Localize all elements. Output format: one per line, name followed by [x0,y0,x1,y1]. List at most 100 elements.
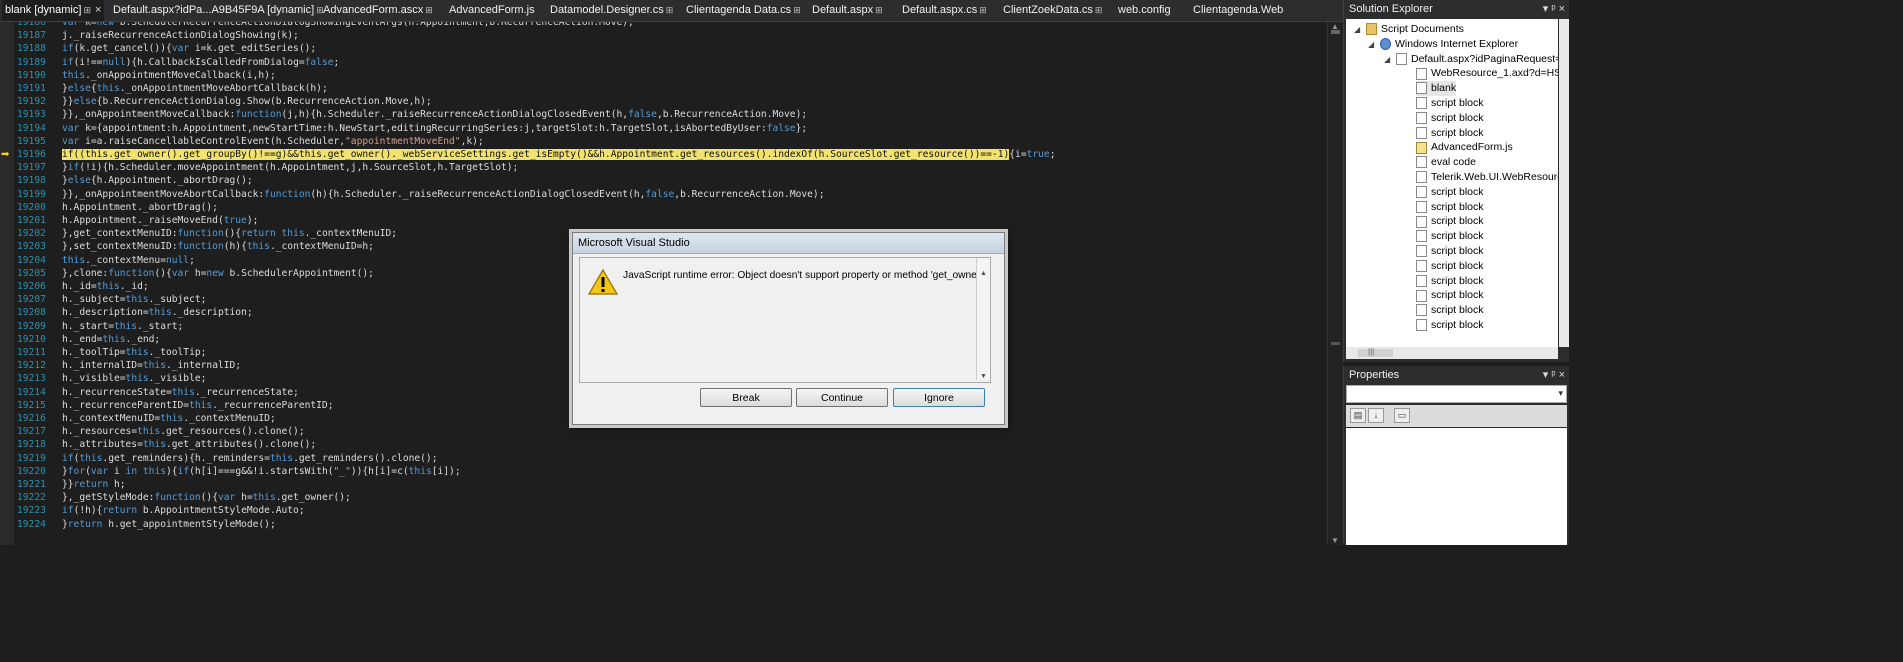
code-text: h._recurrenceParentID=this._recurrencePa… [62,399,334,411]
message-scrollbar[interactable]: ▲ ▼ [976,258,990,380]
line-number: 19217 [17,426,46,438]
properties-title: Properties [1349,369,1400,381]
code-line: 19197}if(!i){h.Scheduler.moveAppointment… [0,161,1326,174]
tree-item-label: script block [1431,97,1484,109]
pin-icon[interactable]: ⊞ [793,5,801,15]
code-text: }for(var i in this){if(h[i]===g&&!i.star… [62,465,461,477]
tab-5[interactable]: Clientagenda Data.cs ⊞ [683,0,804,21]
expand-arrow-icon[interactable]: ◢ [1368,37,1380,52]
ignore-button[interactable]: Ignore [893,388,985,407]
tree-item[interactable]: script block [1416,200,1484,215]
error-dialog: Microsoft Visual Studio JavaScript runti… [572,232,1005,425]
pin-icon[interactable]: ⊞ [979,5,987,15]
tree-item[interactable]: ◢ Script Documents [1354,22,1464,37]
tab-9[interactable]: web.config [1115,0,1174,21]
pin-icon[interactable]: ⊞ [83,5,91,15]
tree-item[interactable]: script block [1416,259,1484,274]
tree-item[interactable]: script block [1416,185,1484,200]
categorized-icon[interactable]: ▤ [1350,408,1366,423]
properties-grid[interactable] [1346,428,1567,545]
code-line: 19222},_getStyleMode:function(){var h=th… [0,491,1326,504]
tree-item[interactable]: script block [1416,111,1484,126]
doc-icon [1416,274,1427,287]
chevron-down-icon[interactable]: ▾ [1558,388,1563,399]
tree-item[interactable]: script block [1416,244,1484,259]
tab-4[interactable]: Datamodel.Designer.cs ⊞ [547,0,676,21]
scrollbar-thumb[interactable] [1331,30,1340,34]
tree-item[interactable]: script block [1416,126,1484,141]
tab-2[interactable]: AdvancedForm.ascx ⊞ [320,0,436,21]
tree-horizontal-scrollbar[interactable]: ||| [1346,347,1558,359]
doc-icon [1416,230,1427,243]
tree-item[interactable]: script block [1416,274,1484,289]
object-selector[interactable]: ▾ [1346,385,1567,403]
tree-item-label: WebResource_1.axd?d=HS44 [1431,67,1558,80]
code-text: var i=a.raiseCancellableControlEvent(h.S… [62,135,484,147]
code-text: }}return h; [62,479,126,490]
tree-item-label: script block [1431,126,1484,139]
tree-item[interactable]: script block [1416,318,1484,333]
tree-item[interactable]: ◢ Default.aspx?idPaginaRequest=6 [1384,52,1558,67]
doc-icon [1416,200,1427,213]
doc-icon [1416,215,1427,228]
alphabetical-icon[interactable]: ↓ [1368,408,1384,423]
line-number: 19221 [17,479,46,490]
line-number: 19207 [17,294,46,306]
break-button[interactable]: Break [700,388,792,407]
tree-item[interactable]: script block [1416,229,1484,244]
tree-item[interactable]: Telerik.Web.UI.WebResource [1416,170,1558,185]
panel-pin-close-icon[interactable]: ▾ ᵖ × [1543,368,1565,381]
code-text: if(k.get_cancel()){var i=k.get_editSerie… [62,43,317,55]
tab-label: Clientagenda.Web [1193,4,1284,16]
line-number: 19195 [17,135,46,147]
code-text: }return h.get_appointmentStyleMode(); [62,518,276,530]
tab-label: ClientZoekData.cs [1003,4,1093,16]
tree-item[interactable]: eval code [1416,155,1476,170]
tab-8[interactable]: ClientZoekData.cs ⊞ [1000,0,1105,21]
tab-label: web.config [1118,4,1171,16]
tree-item[interactable]: ◢ Windows Internet Explorer [1368,37,1518,52]
solution-explorer-tree[interactable]: ◢ Script Documents ◢ Windows Internet Explo… [1346,19,1558,347]
tree-item[interactable]: AdvancedForm.js [1416,140,1513,155]
expand-arrow-icon[interactable]: ◢ [1384,52,1396,67]
tree-item[interactable]: script block [1416,214,1484,229]
properties-panel: Properties ▾ ᵖ × ▾ ▤ ↓ ▭ [1343,366,1569,545]
pin-icon[interactable]: ⊞ [1095,5,1103,15]
tree-item[interactable]: WebResource_1.axd?d=HS44 [1416,66,1558,81]
tree-item-label: script block [1431,200,1484,213]
code-line: 19221 }}return h; [0,478,1326,491]
tab-6[interactable]: Default.aspx ⊞ [809,0,886,21]
tree-item[interactable]: script block [1416,303,1484,318]
panel-pin-close-icon[interactable]: ▾ ᵖ × [1543,2,1565,15]
tree-vertical-scrollbar[interactable] [1559,19,1569,347]
tab-7[interactable]: Default.aspx.cs ⊞ [899,0,990,21]
tree-item[interactable]: script block [1416,288,1484,303]
pin-icon[interactable]: ⊞ [666,5,674,15]
tab-10[interactable]: Clientagenda.Web [1190,0,1286,21]
doc-icon [1416,171,1427,184]
pin-icon[interactable]: ⊞ [425,5,433,15]
tree-item[interactable]: blank [1416,81,1457,97]
scrollbar-thumb[interactable] [1358,349,1393,357]
pin-icon[interactable]: ⊞ [875,5,883,15]
scroll-up-icon[interactable]: ▲ [980,270,987,277]
continue-button[interactable]: Continue [796,388,888,407]
tree-item[interactable]: script block [1416,96,1484,111]
tree-item-label: Telerik.Web.UI.WebResource [1431,171,1558,183]
tab-1[interactable]: Default.aspx?idPa...A9B45F9A [dynamic] ⊞ [110,0,327,21]
line-number: 19189 [17,56,46,68]
code-line: 19190 this._onAppointmentMoveCallback(i,h… [0,69,1326,82]
code-text: }else{this._onAppointmentMoveAbortCallba… [62,83,328,94]
scroll-down-icon[interactable]: ▼ [1331,536,1339,545]
tab-0[interactable]: blank [dynamic] ⊞ × [2,0,105,21]
tree-item-label: eval code [1431,156,1476,169]
close-icon[interactable]: × [95,4,101,16]
code-text: }},_onAppointmentMoveAbortCallback:funct… [62,188,825,200]
scroll-down-icon[interactable]: ▼ [980,373,987,380]
tab-3[interactable]: AdvancedForm.js [446,0,538,21]
editor-vertical-scrollbar[interactable]: ▲ ▼ [1327,22,1343,545]
line-number: 19219 [17,452,46,464]
expand-arrow-icon[interactable]: ◢ [1354,22,1366,37]
code-text: if(this.get_reminders){h._reminders=this… [62,452,438,464]
property-pages-icon[interactable]: ▭ [1394,408,1410,423]
